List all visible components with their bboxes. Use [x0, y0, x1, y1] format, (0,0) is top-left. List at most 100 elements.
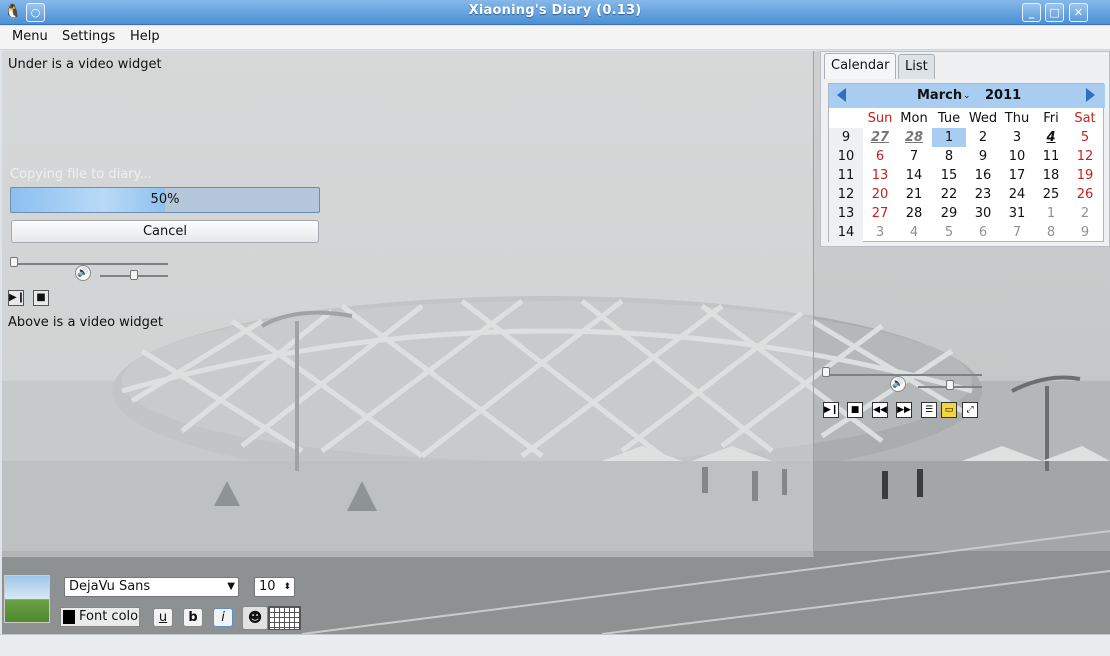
copy-status-text: Copying file to diary... [10, 167, 152, 182]
calendar-day[interactable]: 19 [1068, 166, 1102, 185]
calendar-day[interactable]: 31 [1000, 204, 1034, 223]
calendar-day[interactable]: 20 [863, 185, 897, 204]
calendar-day[interactable]: 5 [1068, 128, 1102, 147]
italic-button[interactable]: i [213, 608, 233, 627]
calendar-day[interactable]: 14 [897, 166, 931, 185]
right-seek-slider-track[interactable] [826, 374, 982, 376]
calendar-day[interactable]: 9 [966, 147, 1000, 166]
menu-help[interactable]: Help [130, 29, 160, 44]
calendar-day[interactable]: 28 [897, 128, 931, 147]
seek-slider-track[interactable] [10, 263, 168, 265]
calendar-day[interactable]: 2 [966, 128, 1000, 147]
open-folder-icon[interactable]: ▭ [941, 402, 957, 418]
month-dropdown-icon[interactable]: ⌄ [963, 91, 971, 101]
calendar-day[interactable]: 7 [1000, 223, 1034, 242]
calendar-day[interactable]: 10 [1000, 147, 1034, 166]
cancel-button[interactable]: Cancel [11, 220, 319, 243]
stop-icon[interactable]: ■ [33, 290, 49, 306]
calendar-day[interactable]: 5 [932, 223, 966, 242]
calendar-day[interactable]: 2 [1068, 204, 1102, 223]
week-number: 14 [829, 223, 863, 242]
calendar-widget: March ⌄ 2011 Sun Mon Tue Wed Thu Fri Sat… [828, 83, 1105, 242]
calendar-day[interactable]: 29 [932, 204, 966, 223]
video-widget-panel: Under is a video widget Copying file to … [2, 51, 814, 557]
calendar-panel: Calendar List March ⌄ 2011 Sun Mon Tue W… [820, 51, 1110, 247]
calendar-day[interactable]: 3 [863, 223, 897, 242]
calendar-week-row: 11 13 14 15 16 17 18 19 [829, 166, 1105, 185]
tab-calendar[interactable]: Calendar [824, 53, 897, 79]
calendar-day[interactable]: 8 [932, 147, 966, 166]
calendar-day[interactable]: 4 [897, 223, 931, 242]
calendar-day[interactable]: 30 [966, 204, 1000, 223]
calendar-day[interactable]: 17 [1000, 166, 1034, 185]
week-number: 12 [829, 185, 863, 204]
calendar-day[interactable]: 9 [1068, 223, 1102, 242]
font-family-select[interactable]: DejaVu Sans ▼ [64, 577, 239, 597]
spin-arrows-icon: ⬍ [283, 582, 291, 592]
font-color-button[interactable]: Font color [60, 607, 140, 627]
calendar-week-row: 9 27 28 1 2 3 4 5 [829, 128, 1105, 147]
stop-icon[interactable]: ■ [847, 402, 863, 418]
calendar-day[interactable]: 24 [1000, 185, 1034, 204]
insert-image-icon[interactable] [4, 575, 50, 623]
calendar-day[interactable]: 1 [932, 128, 966, 147]
calendar-day[interactable]: 27 [863, 128, 897, 147]
bold-button[interactable]: b [183, 608, 203, 627]
calendar-day[interactable]: 13 [863, 166, 897, 185]
volume-slider-handle[interactable] [130, 270, 138, 280]
menu-menu[interactable]: Menu [12, 29, 48, 44]
right-volume-icon[interactable]: 🔊 [890, 376, 906, 392]
play-pause-icon[interactable]: ▶❙ [8, 290, 25, 306]
menu-bar: Menu Settings Help [0, 26, 1110, 50]
emoticon-icon[interactable]: ☻ [242, 606, 268, 630]
menu-settings[interactable]: Settings [62, 29, 115, 44]
play-pause-icon[interactable]: ▶❙ [823, 402, 839, 418]
weekday-sun: Sun [867, 111, 893, 126]
close-button[interactable]: ✕ [1069, 3, 1088, 22]
calendar-day[interactable]: 28 [897, 204, 931, 223]
calendar-day[interactable]: 21 [897, 185, 931, 204]
tab-list[interactable]: List [898, 54, 935, 79]
next-month-icon[interactable] [1086, 88, 1095, 102]
calendar-week-row: 14 3 4 5 6 7 8 9 [829, 223, 1105, 242]
progress-percent: 50% [150, 192, 180, 207]
insert-table-icon[interactable] [268, 606, 301, 630]
calendar-day[interactable]: 1 [1034, 204, 1068, 223]
weekday-wed: Wed [968, 111, 998, 126]
calendar-day[interactable]: 18 [1034, 166, 1068, 185]
seek-slider-handle[interactable] [10, 257, 18, 267]
calendar-day[interactable]: 12 [1068, 147, 1102, 166]
right-volume-slider-handle[interactable] [946, 380, 954, 390]
calendar-day[interactable]: 6 [863, 147, 897, 166]
rewind-icon[interactable]: ◀◀ [872, 402, 888, 418]
calendar-day[interactable]: 7 [897, 147, 931, 166]
calendar-week-row: 13 27 28 29 30 31 1 2 [829, 204, 1105, 223]
calendar-month[interactable]: March [917, 88, 962, 103]
calendar-year[interactable]: 2011 [985, 88, 1021, 103]
calendar-day[interactable]: 11 [1034, 147, 1068, 166]
calendar-day[interactable]: 4 [1034, 128, 1068, 147]
right-seek-slider-handle[interactable] [822, 367, 830, 377]
prev-month-icon[interactable] [837, 88, 846, 102]
playlist-icon[interactable]: ☰ [921, 402, 937, 418]
underline-button[interactable]: u [153, 608, 173, 627]
calendar-day[interactable]: 6 [966, 223, 1000, 242]
weeknum-header [829, 109, 863, 128]
status-bar [0, 634, 1110, 656]
calendar-day[interactable]: 3 [1000, 128, 1034, 147]
calendar-day[interactable]: 15 [932, 166, 966, 185]
calendar-day[interactable]: 16 [966, 166, 1000, 185]
volume-icon[interactable]: 🔊 [75, 265, 91, 281]
calendar-day[interactable]: 26 [1068, 185, 1102, 204]
maximize-button[interactable]: □ [1045, 3, 1064, 22]
calendar-day[interactable]: 22 [932, 185, 966, 204]
fast-forward-icon[interactable]: ▶▶ [896, 402, 912, 418]
calendar-day[interactable]: 25 [1034, 185, 1068, 204]
calendar-day[interactable]: 23 [966, 185, 1000, 204]
calendar-day[interactable]: 27 [863, 204, 897, 223]
calendar-day[interactable]: 8 [1034, 223, 1068, 242]
fullscreen-icon[interactable]: ⤢ [962, 402, 978, 418]
font-color-label: Font color [79, 609, 140, 624]
minimize-button[interactable]: _ [1022, 3, 1041, 22]
font-size-spinbox[interactable]: 10 ⬍ [254, 577, 295, 597]
